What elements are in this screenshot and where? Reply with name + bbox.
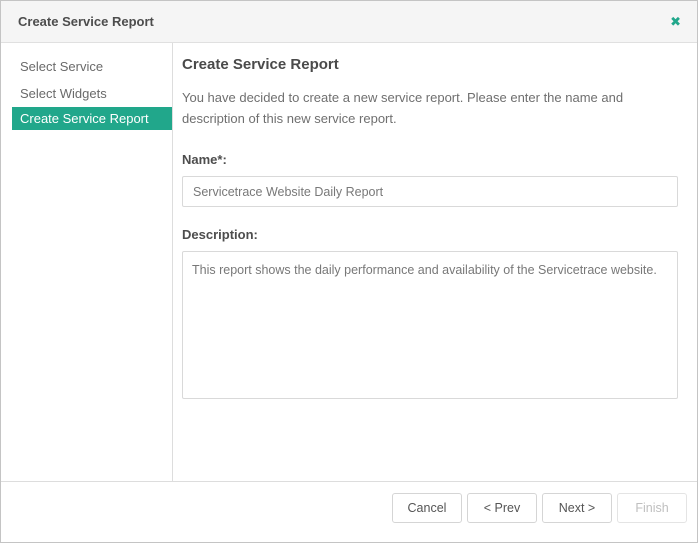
intro-text: You have decided to create a new service…: [182, 87, 678, 129]
dialog-title: Create Service Report: [18, 14, 154, 29]
dialog-footer: Cancel < Prev Next > Finish: [1, 481, 697, 542]
description-label: Description:: [182, 227, 258, 242]
next-button[interactable]: Next >: [542, 493, 612, 523]
name-label: Name*:: [182, 152, 227, 167]
sidebar-item-create-service-report[interactable]: Create Service Report: [12, 107, 172, 130]
wizard-steps-sidebar: Select Service Select Widgets Create Ser…: [1, 43, 173, 481]
step-label: Select Service: [20, 59, 104, 74]
close-button[interactable]: ✖: [670, 15, 681, 28]
create-service-report-dialog: Create Service Report ✖ Select Service S…: [0, 0, 698, 543]
description-textarea[interactable]: This report shows the daily performance …: [182, 251, 678, 399]
name-input[interactable]: [182, 176, 678, 207]
page-title: Create Service Report: [182, 56, 339, 73]
prev-button[interactable]: < Prev: [467, 493, 537, 523]
sidebar-item-select-service[interactable]: Select Service: [1, 53, 172, 80]
intro-line-2: description of this new service report.: [182, 111, 397, 126]
step-label: Select Widgets: [20, 86, 107, 101]
dialog-header: Create Service Report ✖: [1, 1, 697, 43]
close-icon: ✖: [670, 14, 681, 29]
finish-button: Finish: [617, 493, 687, 523]
step-label: Create Service Report: [20, 111, 149, 126]
cancel-button[interactable]: Cancel: [392, 493, 462, 523]
intro-line-1: You have decided to create a new service…: [182, 90, 624, 105]
step-content: Create Service Report You have decided t…: [173, 43, 697, 481]
sidebar-item-select-widgets[interactable]: Select Widgets: [1, 80, 172, 107]
dialog-body: Select Service Select Widgets Create Ser…: [1, 43, 697, 481]
